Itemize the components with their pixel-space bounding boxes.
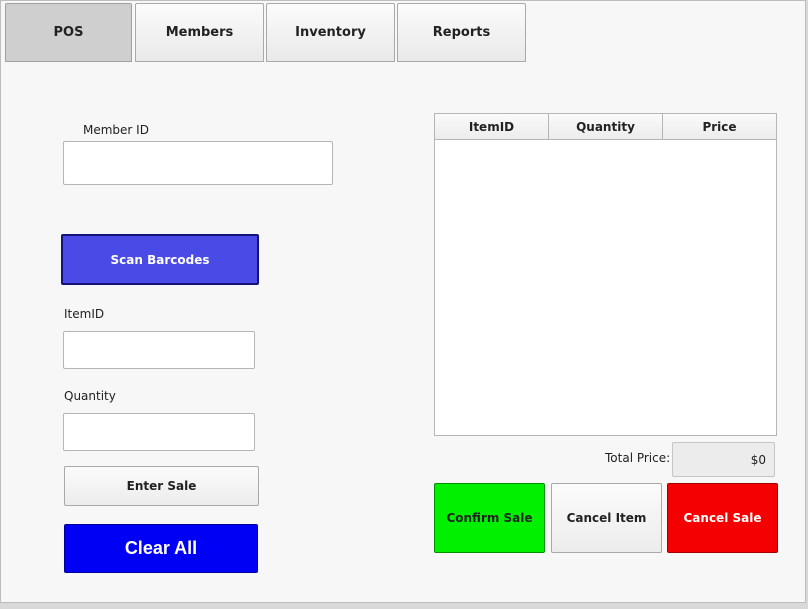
total-price-label: Total Price:	[605, 451, 671, 465]
tab-inventory[interactable]: Inventory	[266, 3, 395, 62]
tab-members[interactable]: Members	[135, 3, 264, 62]
app-window: POS Members Inventory Reports Member ID …	[0, 0, 806, 603]
item-id-label: ItemID	[64, 307, 105, 321]
member-id-field[interactable]	[63, 141, 333, 185]
column-header-itemid[interactable]: ItemID	[435, 114, 549, 139]
tab-reports-label: Reports	[432, 25, 491, 40]
confirm-sale-button[interactable]: Confirm Sale	[434, 483, 545, 553]
quantity-label: Quantity	[64, 389, 116, 403]
tab-reports[interactable]: Reports	[397, 3, 526, 62]
scan-barcodes-button[interactable]: Scan Barcodes	[61, 234, 259, 285]
sale-items-table[interactable]: ItemID Quantity Price	[434, 113, 777, 436]
item-id-field[interactable]	[63, 331, 255, 369]
member-id-label: Member ID	[83, 123, 149, 137]
table-header: ItemID Quantity Price	[435, 114, 776, 140]
column-header-price[interactable]: Price	[663, 114, 776, 139]
cancel-sale-button[interactable]: Cancel Sale	[667, 483, 778, 553]
quantity-field[interactable]	[63, 413, 255, 451]
total-price-field: $0	[672, 442, 775, 477]
tab-members-label: Members	[165, 25, 234, 40]
tab-pos[interactable]: POS	[5, 3, 132, 62]
tab-inventory-label: Inventory	[295, 25, 366, 40]
column-header-quantity[interactable]: Quantity	[549, 114, 663, 139]
enter-sale-button[interactable]: Enter Sale	[64, 466, 259, 506]
clear-all-button[interactable]: Clear All	[64, 524, 258, 573]
tab-pos-label: POS	[53, 25, 84, 40]
cancel-item-button[interactable]: Cancel Item	[551, 483, 662, 553]
